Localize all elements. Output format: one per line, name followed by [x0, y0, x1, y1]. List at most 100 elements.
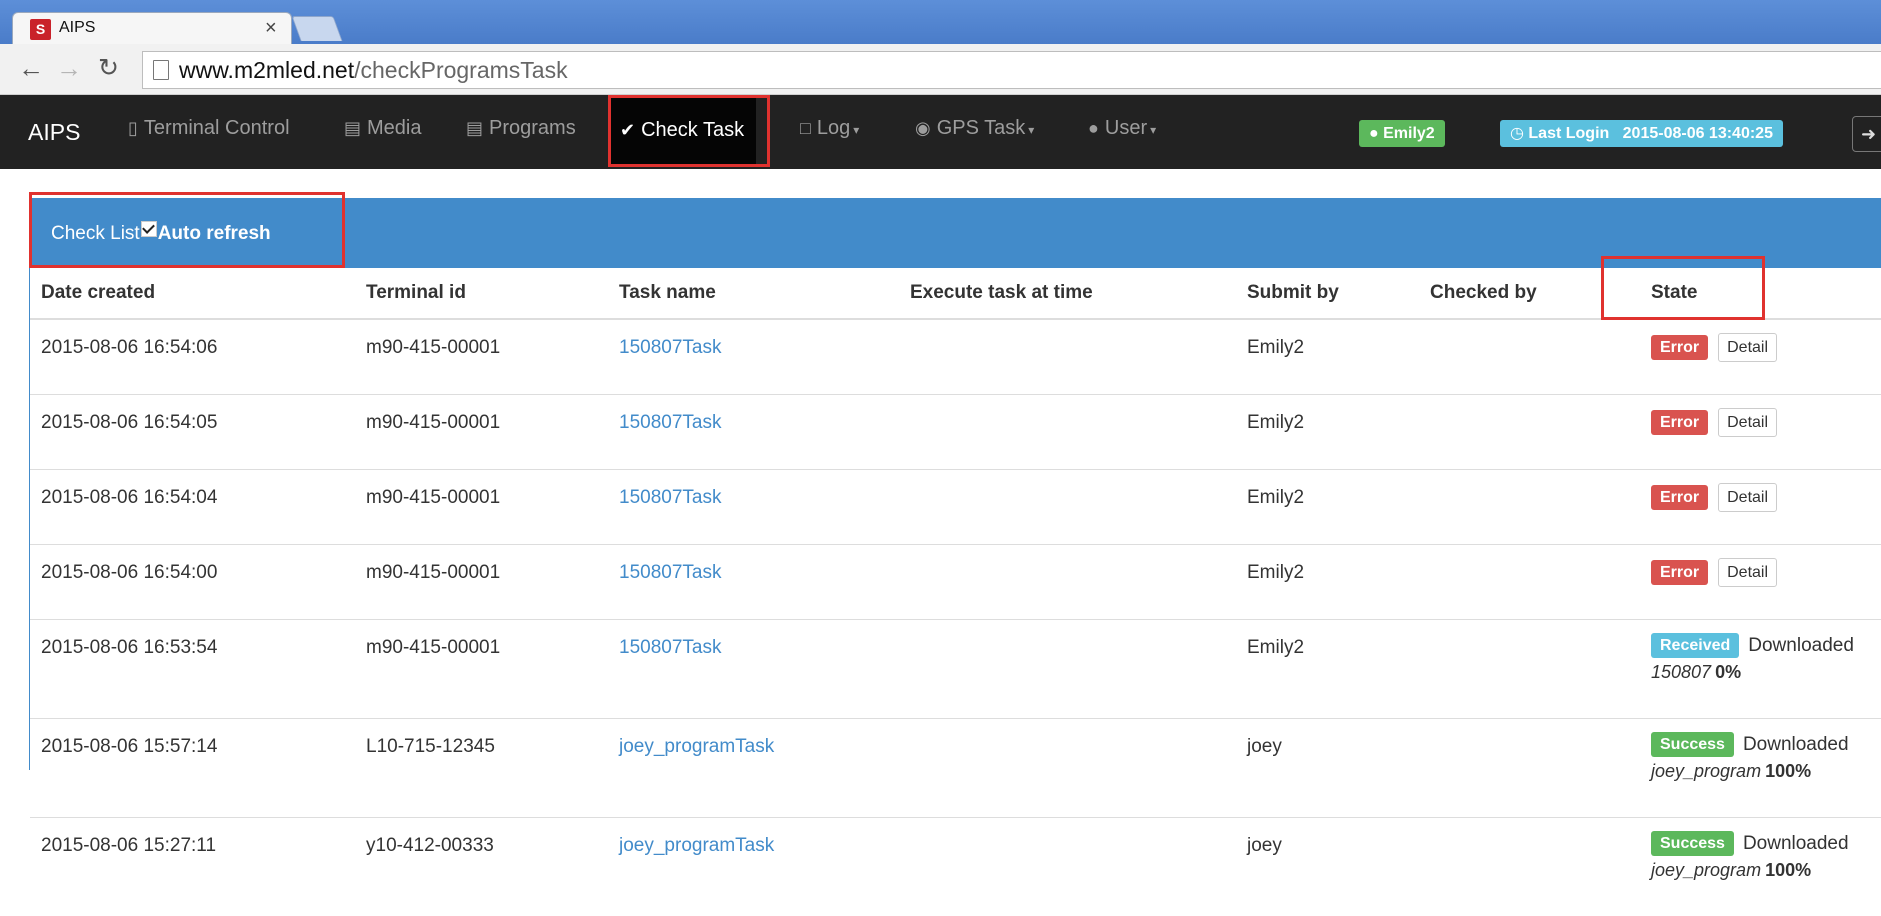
nav-label: Terminal Control: [144, 117, 290, 139]
cell-date: 2015-08-06 15:57:14: [30, 719, 355, 818]
task-link[interactable]: 150807Task: [619, 337, 721, 358]
back-arrow-icon[interactable]: ←: [18, 54, 44, 82]
state-badge-error: Error: [1651, 560, 1708, 585]
nav-label: GPS Task: [937, 117, 1026, 139]
nav-log[interactable]: □Log▾: [800, 117, 859, 140]
logout-icon[interactable]: ➜: [1852, 116, 1881, 152]
col-task-name[interactable]: Task name: [608, 268, 899, 319]
nav-label: Programs: [489, 117, 576, 139]
task-link[interactable]: joey_programTask: [619, 835, 774, 856]
task-link[interactable]: 150807Task: [619, 637, 721, 658]
task-link[interactable]: 150807Task: [619, 412, 721, 433]
program-name: joey_program: [1651, 860, 1761, 880]
last-login-badge: ◷ Last Login 2015-08-06 13:40:25: [1500, 120, 1783, 147]
tab-title: AIPS: [59, 19, 95, 37]
detail-button[interactable]: Detail: [1718, 558, 1777, 587]
new-tab-button[interactable]: [291, 16, 342, 41]
brand-logo[interactable]: AIPS: [28, 119, 80, 146]
nav-terminal-control[interactable]: ▯Terminal Control: [128, 117, 290, 140]
url-host: www.m2mled.net: [179, 57, 354, 83]
col-date-created[interactable]: Date created: [30, 268, 355, 319]
check-list-title: Check List: [51, 223, 140, 244]
nav-programs[interactable]: ▤Programs: [466, 117, 576, 140]
auto-refresh-checkbox[interactable]: [141, 221, 157, 237]
col-terminal-id[interactable]: Terminal id: [355, 268, 608, 319]
last-login-time: 2015-08-06 13:40:25: [1623, 125, 1773, 142]
forward-arrow-icon[interactable]: →: [56, 54, 82, 82]
file-icon: □: [800, 118, 811, 138]
cell-execute: [899, 545, 1236, 620]
downloaded-label: Downloaded: [1743, 734, 1849, 755]
cell-date: 2015-08-06 15:27:11: [30, 818, 355, 916]
nav-label: Media: [367, 117, 421, 139]
current-user-badge: ● Emily2: [1359, 120, 1445, 147]
nav-label: Check Task: [641, 119, 744, 141]
state-badge-success: Success: [1651, 831, 1734, 856]
cell-task: joey_programTask: [608, 719, 899, 818]
tab-close-icon[interactable]: ×: [265, 17, 277, 40]
nav-label: Log: [817, 117, 850, 139]
col-checked-by[interactable]: Checked by: [1419, 268, 1640, 319]
download-progress: joey_program100%: [1651, 761, 1881, 782]
cell-date: 2015-08-06 16:53:54: [30, 620, 355, 719]
address-bar[interactable]: www.m2mled.net/checkProgramsTask: [142, 51, 1881, 89]
nav-media[interactable]: ▤ Media: [344, 117, 422, 140]
site-favicon-icon: S: [30, 19, 51, 40]
cell-submit: Emily2: [1236, 545, 1419, 620]
check-list-panel: Check List Auto refresh Date created Term…: [29, 198, 1881, 770]
task-table: Date created Terminal id Task name Execu…: [30, 268, 1881, 916]
reload-icon[interactable]: ↻: [98, 54, 119, 82]
download-progress: 1508070%: [1651, 662, 1881, 683]
task-link[interactable]: 150807Task: [619, 487, 721, 508]
cell-task: 150807Task: [608, 395, 899, 470]
cell-date: 2015-08-06 16:54:04: [30, 470, 355, 545]
nav-check-task[interactable]: ✔Check Task: [610, 95, 756, 165]
cell-submit: joey: [1236, 818, 1419, 916]
browser-tab[interactable]: S AIPS ×: [12, 12, 292, 45]
downloaded-label: Downloaded: [1748, 635, 1854, 656]
state-line: ReceivedDownloaded: [1651, 633, 1881, 658]
browser-tab-strip: S AIPS ×: [0, 0, 1881, 44]
detail-button[interactable]: Detail: [1718, 483, 1777, 512]
task-link[interactable]: 150807Task: [619, 562, 721, 583]
cell-task: 150807Task: [608, 545, 899, 620]
col-submit-by[interactable]: Submit by: [1236, 268, 1419, 319]
state-badge-error: Error: [1651, 335, 1708, 360]
cell-checked: [1419, 470, 1640, 545]
cell-submit: Emily2: [1236, 395, 1419, 470]
auto-refresh-label[interactable]: Auto refresh: [158, 223, 271, 244]
panel-heading: Check List Auto refresh: [30, 198, 1881, 268]
progress-value: 100%: [1765, 761, 1811, 781]
cell-task: 150807Task: [608, 470, 899, 545]
detail-button[interactable]: Detail: [1718, 333, 1777, 362]
cell-task: 150807Task: [608, 620, 899, 719]
col-execute-time[interactable]: Execute task at time: [899, 268, 1236, 319]
cell-checked: [1419, 395, 1640, 470]
col-state[interactable]: State: [1640, 268, 1881, 319]
nav-user[interactable]: ●User▾: [1088, 117, 1156, 140]
cell-submit: joey: [1236, 719, 1419, 818]
detail-button[interactable]: Detail: [1718, 408, 1777, 437]
last-login-label: Last Login: [1528, 125, 1609, 142]
cell-terminal: y10-412-00333: [355, 818, 608, 916]
cell-terminal: L10-715-12345: [355, 719, 608, 818]
cell-execute: [899, 319, 1236, 395]
progress-value: 0%: [1715, 662, 1741, 682]
cell-date: 2015-08-06 16:54:06: [30, 319, 355, 395]
table-row: 2015-08-06 16:54:04 m90-415-00001 150807…: [30, 470, 1881, 545]
task-link[interactable]: joey_programTask: [619, 736, 774, 757]
cell-submit: Emily2: [1236, 620, 1419, 719]
table-row: 2015-08-06 15:27:11 y10-412-00333 joey_p…: [30, 818, 1881, 916]
nav-gps-task[interactable]: ◉GPS Task▾: [915, 117, 1034, 140]
user-icon: ●: [1088, 118, 1099, 138]
table-row: 2015-08-06 16:54:05 m90-415-00001 150807…: [30, 395, 1881, 470]
cell-terminal: m90-415-00001: [355, 620, 608, 719]
state-line: SuccessDownloaded: [1651, 831, 1881, 856]
cell-execute: [899, 620, 1236, 719]
url-path: /checkProgramsTask: [354, 57, 567, 83]
cell-execute: [899, 470, 1236, 545]
cell-terminal: m90-415-00001: [355, 395, 608, 470]
hdd-icon: ▤: [344, 118, 361, 138]
cell-task: joey_programTask: [608, 818, 899, 916]
globe-icon: ◉: [915, 118, 931, 138]
